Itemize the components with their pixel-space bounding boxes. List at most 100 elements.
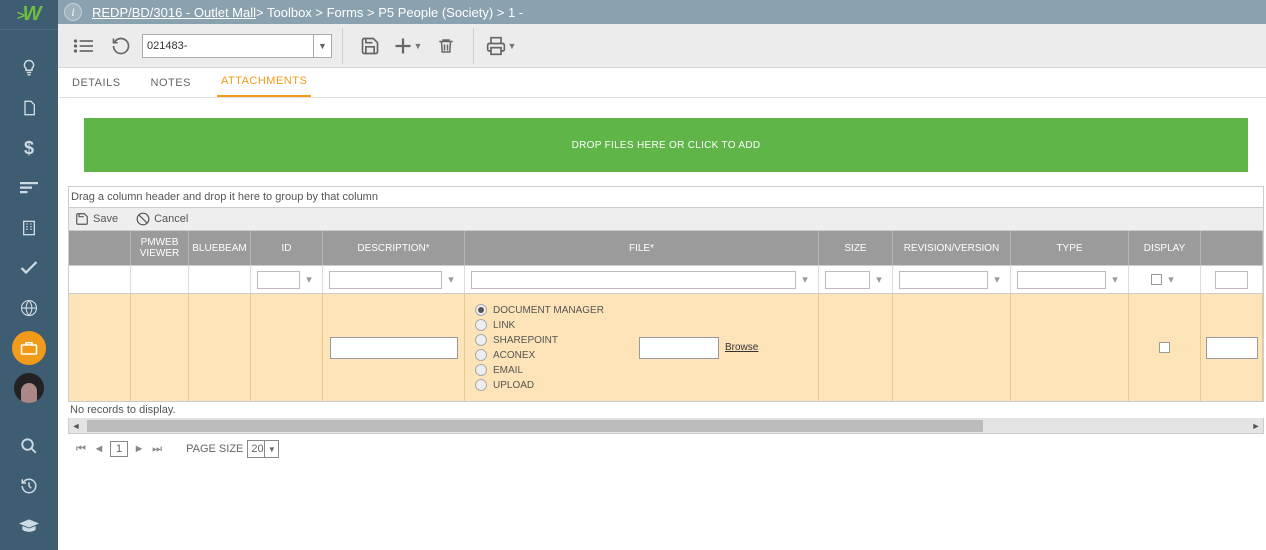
info-icon[interactable]: i [64, 3, 82, 21]
extra-input[interactable] [1206, 337, 1258, 359]
main: i REDP/BD/3016 - Outlet Mall > Toolbox >… [58, 0, 1266, 550]
filter-display-checkbox[interactable] [1151, 274, 1162, 285]
dropzone[interactable]: DROP FILES HERE OR CLICK TO ADD [84, 118, 1248, 172]
sidebar-item-globe[interactable] [0, 288, 58, 328]
radio-icon [475, 304, 487, 316]
filter-description[interactable] [329, 271, 442, 289]
col-id[interactable]: ID [251, 231, 323, 265]
opt-email[interactable]: EMAIL [475, 364, 639, 376]
sidebar-item-docs[interactable] [0, 88, 58, 128]
grid-cancel-button[interactable]: Cancel [136, 212, 188, 226]
filter-size[interactable] [825, 271, 870, 289]
insert-row: DOCUMENT MANAGER LINK SHAREPOINT ACONEX … [69, 293, 1263, 401]
briefcase-icon [20, 340, 38, 356]
col-size[interactable]: SIZE [819, 231, 893, 265]
breadcrumb-root-link[interactable]: REDP/BD/3016 - Outlet Mall [92, 5, 256, 20]
chevron-down-icon: ▼ [313, 35, 331, 57]
filter-icon[interactable]: ▾ [302, 273, 316, 287]
sidebar-item-ideas[interactable] [0, 48, 58, 88]
filter-icon[interactable]: ▾ [1108, 273, 1122, 287]
building-icon [21, 219, 37, 237]
save-button[interactable] [353, 29, 387, 63]
opt-document-manager[interactable]: DOCUMENT MANAGER [475, 304, 639, 316]
tab-notes[interactable]: NOTES [147, 69, 195, 97]
opt-aconex[interactable]: ACONEX [475, 349, 639, 361]
pager-prev[interactable]: ◄ [92, 442, 106, 456]
sidebar-item-search[interactable] [0, 426, 58, 466]
scroll-right-icon[interactable]: ► [1249, 419, 1263, 433]
bars-icon [20, 181, 38, 195]
radio-icon [475, 349, 487, 361]
radio-icon [475, 334, 487, 346]
filter-revision[interactable] [899, 271, 988, 289]
tab-attachments[interactable]: ATTACHMENTS [217, 67, 311, 97]
radio-icon [475, 319, 487, 331]
sidebar-item-learn[interactable] [0, 506, 58, 546]
filter-icon[interactable]: ▾ [444, 273, 458, 287]
opt-sharepoint[interactable]: SHAREPOINT [475, 334, 639, 346]
sidebar-item-cost[interactable]: $ [0, 128, 58, 168]
pager-page: 1 [110, 441, 128, 457]
col-bluebeam[interactable]: BLUEBEAM [189, 231, 251, 265]
print-button[interactable]: ▼ [484, 29, 518, 63]
record-value: 021483- [147, 40, 187, 52]
pager-next[interactable]: ► [132, 442, 146, 456]
grid-save-button[interactable]: Save [75, 212, 118, 226]
grid: PMWEB VIEWER BLUEBEAM ID DESCRIPTION* FI… [68, 230, 1264, 402]
col-type[interactable]: TYPE [1011, 231, 1129, 265]
filter-type[interactable] [1017, 271, 1106, 289]
display-checkbox[interactable] [1159, 342, 1170, 353]
description-input[interactable] [330, 337, 458, 359]
sidebar-item-assets[interactable] [0, 208, 58, 248]
pager-first[interactable]: ⏮ [74, 442, 88, 456]
filter-icon[interactable]: ▾ [798, 273, 812, 287]
col-description[interactable]: DESCRIPTION* [323, 231, 465, 265]
record-selector[interactable]: 021483- ▼ [142, 34, 332, 58]
scroll-thumb[interactable] [87, 420, 983, 432]
pager: ⏮ ◄ 1 ► ⏭ PAGE SIZE 20 ▼ [68, 434, 1264, 464]
sidebar-item-history[interactable] [0, 466, 58, 506]
globe-icon [20, 299, 38, 317]
tabs: DETAILS NOTES ATTACHMENTS [58, 68, 1266, 98]
filter-icon[interactable]: ▾ [990, 273, 1004, 287]
list-icon [73, 38, 93, 54]
filter-icon[interactable]: ▾ [872, 273, 886, 287]
refresh-button[interactable] [104, 29, 138, 63]
logo: >W [0, 0, 58, 30]
sidebar-item-avatar[interactable] [0, 368, 58, 408]
sidebar-item-check[interactable] [0, 248, 58, 288]
col-revision[interactable]: REVISION/VERSION [893, 231, 1011, 265]
filter-file[interactable] [471, 271, 796, 289]
chevron-down-icon: ▼ [414, 41, 423, 51]
add-button[interactable]: ▼ [391, 29, 425, 63]
opt-link[interactable]: LINK [475, 319, 639, 331]
col-file[interactable]: FILE* [465, 231, 819, 265]
group-by-hint[interactable]: Drag a column header and drop it here to… [68, 186, 1264, 207]
col-display[interactable]: DISPLAY [1129, 231, 1201, 265]
col-extra [1201, 231, 1263, 265]
filter-id[interactable] [257, 271, 300, 289]
horizontal-scrollbar[interactable]: ◄ ► [68, 418, 1264, 434]
grid-save-label: Save [93, 213, 118, 225]
grid-header: PMWEB VIEWER BLUEBEAM ID DESCRIPTION* FI… [69, 231, 1263, 265]
pager-last[interactable]: ⏭ [150, 442, 164, 456]
print-icon [486, 36, 506, 56]
tab-details[interactable]: DETAILS [68, 69, 125, 97]
scroll-left-icon[interactable]: ◄ [69, 419, 83, 433]
page-size-label: PAGE SIZE [186, 443, 243, 455]
opt-upload[interactable]: UPLOAD [475, 379, 639, 391]
menu-button[interactable] [66, 29, 100, 63]
file-path-input[interactable] [639, 337, 719, 359]
col-pmweb[interactable]: PMWEB VIEWER [131, 231, 189, 265]
sidebar-item-toolbox[interactable] [12, 331, 46, 365]
sidebar-item-schedule[interactable] [0, 168, 58, 208]
delete-button[interactable] [429, 29, 463, 63]
filter-extra[interactable] [1215, 271, 1248, 289]
dollar-icon: $ [24, 138, 34, 159]
breadcrumb-rest: > Toolbox > Forms > P5 People (Society) … [256, 5, 523, 20]
page-size-select[interactable]: 20 ▼ [247, 440, 279, 458]
filter-icon[interactable]: ▾ [1164, 273, 1178, 287]
radio-icon [475, 364, 487, 376]
document-icon [21, 99, 37, 117]
browse-link[interactable]: Browse [725, 342, 758, 353]
